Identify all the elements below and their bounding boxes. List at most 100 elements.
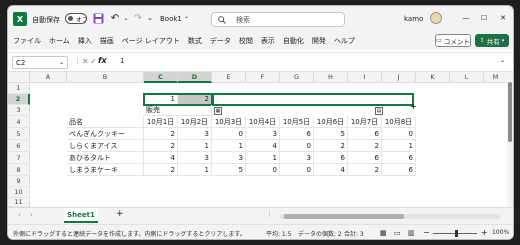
row-header-11[interactable]: 11: [8, 198, 30, 207]
date-header[interactable]: 10月8日: [382, 116, 416, 128]
quick-analysis-icon[interactable]: ▦: [214, 107, 222, 115]
sales-cell[interactable]: 1: [178, 164, 212, 176]
sales-cell[interactable]: 1: [246, 152, 280, 164]
column-header-f[interactable]: F: [246, 72, 280, 83]
sales-cell[interactable]: 4: [246, 140, 280, 152]
customize-toolbar-button[interactable]: ⌄: [147, 12, 153, 24]
row-header-6[interactable]: 6: [8, 140, 30, 152]
row-header-8[interactable]: 8: [8, 164, 30, 176]
book-title[interactable]: Book1: [160, 15, 182, 23]
column-header-j[interactable]: J: [382, 72, 416, 83]
zoom-slider[interactable]: [433, 230, 477, 237]
row-header-9[interactable]: 9: [8, 176, 30, 187]
tab-help[interactable]: ヘルプ: [334, 36, 355, 46]
zoom-slider-knob[interactable]: [455, 230, 458, 237]
column-header-d[interactable]: D: [178, 72, 212, 83]
sales-cell[interactable]: 6: [348, 152, 382, 164]
book-title-dropdown[interactable]: ⌄: [184, 13, 189, 20]
date-header[interactable]: 10月5日: [280, 116, 314, 128]
cancel-icon[interactable]: ✕: [82, 57, 89, 66]
select-all-corner[interactable]: [8, 72, 30, 83]
date-header[interactable]: 10月2日: [178, 116, 212, 128]
zoom-out-icon[interactable]: −: [423, 228, 430, 237]
tab-automate[interactable]: 自動化: [283, 36, 304, 46]
tab-draw[interactable]: 描画: [100, 36, 114, 46]
autofill-options-icon[interactable]: ▤: [375, 107, 383, 115]
sales-cell[interactable]: 6: [314, 152, 348, 164]
column-header-b[interactable]: B: [67, 72, 144, 83]
cell-d2[interactable]: 2: [178, 94, 212, 105]
tab-view[interactable]: 表示: [261, 36, 275, 46]
vertical-scrollbar[interactable]: [507, 72, 513, 207]
column-header-g[interactable]: G: [280, 72, 314, 83]
product-header[interactable]: 品名: [67, 116, 144, 128]
column-header-l[interactable]: L: [450, 72, 484, 83]
product-name[interactable]: しまうまケーキ: [67, 164, 144, 176]
tab-review[interactable]: 校閲: [239, 36, 253, 46]
product-name[interactable]: しらくまアイス: [67, 140, 144, 152]
tab-formulas[interactable]: 数式: [188, 36, 202, 46]
save-button[interactable]: [92, 12, 104, 24]
product-name[interactable]: あひるタルト: [67, 152, 144, 164]
redo-button[interactable]: ↷: [132, 12, 144, 24]
user-name[interactable]: kamo: [404, 15, 423, 23]
status-count[interactable]: データの個数: 2: [298, 229, 342, 238]
tab-developer[interactable]: 開発: [312, 36, 326, 46]
sales-cell[interactable]: 0: [280, 140, 314, 152]
sales-cell[interactable]: 3: [178, 152, 212, 164]
more-options-icon[interactable]: ⋮: [266, 210, 273, 218]
date-header[interactable]: 10月7日: [348, 116, 382, 128]
sales-cell[interactable]: 2: [144, 164, 178, 176]
product-name[interactable]: ぺんぎんクッキー: [67, 128, 144, 140]
sales-cell[interactable]: 6: [382, 164, 416, 176]
sales-cell[interactable]: 0: [212, 128, 246, 140]
column-header-m[interactable]: M: [484, 72, 508, 83]
column-header-k[interactable]: K: [416, 72, 450, 83]
sheet-tab-sheet1[interactable]: Sheet1: [64, 208, 98, 223]
search-input[interactable]: 検索: [211, 12, 345, 27]
tab-file[interactable]: ファイル: [13, 36, 41, 46]
column-header-c[interactable]: C: [144, 72, 178, 83]
tab-page-layout[interactable]: ページ レイアウト: [122, 36, 180, 46]
sales-cell[interactable]: 0: [246, 164, 280, 176]
tab-home[interactable]: ホーム: [49, 36, 70, 46]
sales-cell[interactable]: 2: [348, 140, 382, 152]
sales-cell[interactable]: 6: [348, 128, 382, 140]
sales-cell[interactable]: 5: [212, 164, 246, 176]
add-sheet-button[interactable]: +: [116, 209, 124, 219]
expand-formula-icon[interactable]: ⌄: [500, 57, 505, 64]
row-header-5[interactable]: 5: [8, 128, 30, 140]
column-header-a[interactable]: A: [30, 72, 67, 83]
sales-cell[interactable]: 1: [178, 140, 212, 152]
sales-cell[interactable]: 1: [382, 140, 416, 152]
name-box[interactable]: C2 ⌄: [12, 56, 68, 69]
date-header[interactable]: 10月6日: [314, 116, 348, 128]
enter-icon[interactable]: ✓: [90, 57, 97, 66]
column-header-e[interactable]: E: [212, 72, 246, 83]
sales-cell[interactable]: 4: [314, 164, 348, 176]
tab-data[interactable]: データ: [210, 36, 231, 46]
share-button[interactable]: ⇪ 共有 ▾: [475, 34, 509, 47]
column-header-h[interactable]: H: [314, 72, 348, 83]
scrollbar-thumb[interactable]: [508, 82, 512, 142]
minimize-button[interactable]: —: [460, 12, 472, 24]
sales-cell[interactable]: 2: [144, 140, 178, 152]
prev-sheet-icon[interactable]: ‹: [18, 211, 21, 219]
maximize-button[interactable]: ☐: [478, 12, 490, 24]
row-header-10[interactable]: 10: [8, 187, 30, 198]
sales-cell[interactable]: 2: [348, 164, 382, 176]
sales-cell[interactable]: 4: [144, 152, 178, 164]
sales-cell[interactable]: 1: [212, 140, 246, 152]
status-average[interactable]: 平均: 1.5: [266, 229, 291, 238]
page-layout-view-icon[interactable]: ▭: [394, 229, 401, 237]
insert-function-button[interactable]: fx: [98, 56, 107, 65]
sales-cell[interactable]: 3: [178, 128, 212, 140]
close-button[interactable]: ✕: [497, 12, 509, 24]
undo-dropdown[interactable]: ⌄: [123, 12, 129, 24]
horizontal-scrollbar[interactable]: [280, 214, 500, 219]
sales-cell[interactable]: 6: [382, 152, 416, 164]
page-break-view-icon[interactable]: ▥: [408, 229, 415, 237]
avatar[interactable]: [430, 12, 442, 24]
cell-c2[interactable]: 1: [144, 94, 178, 105]
row-header-2[interactable]: 2: [8, 94, 30, 105]
